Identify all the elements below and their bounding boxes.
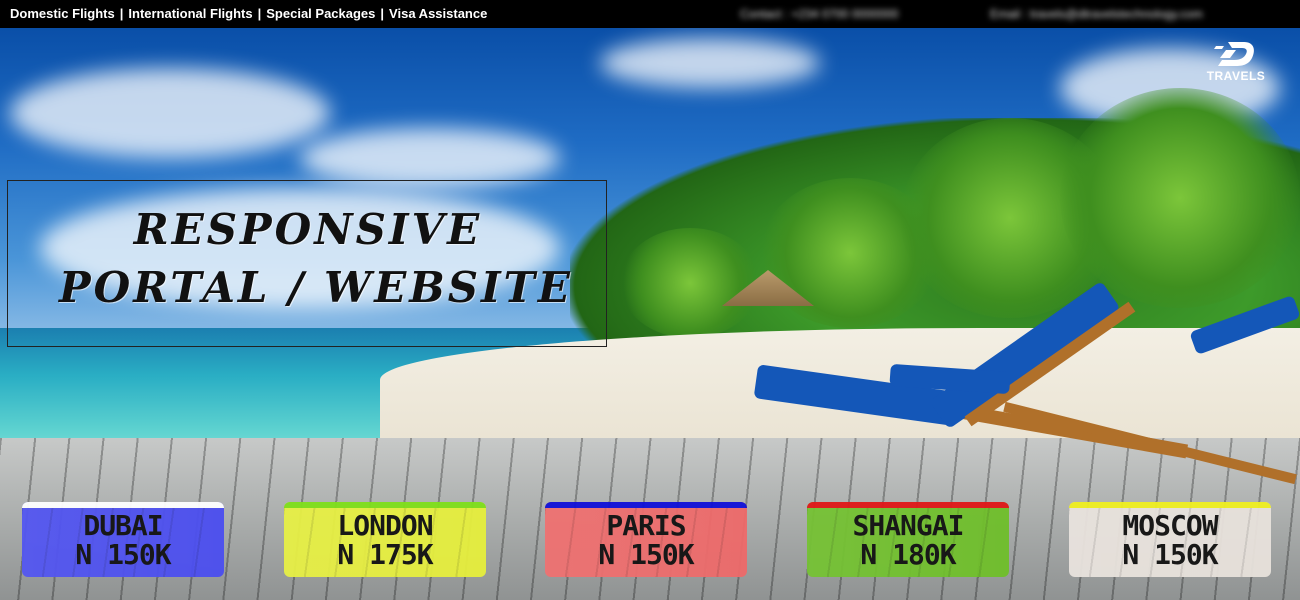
headline-box: RESPONSIVE PORTAL / WEBSITE xyxy=(7,180,607,347)
nav-separator: | xyxy=(119,6,124,21)
nav-international-flights[interactable]: International Flights xyxy=(128,6,252,21)
top-bar: Domestic Flights | International Flights | S… xyxy=(0,0,1300,28)
cloud xyxy=(300,128,560,188)
card-city: PARIS xyxy=(606,509,686,542)
destination-card-dubai[interactable]: DUBAI N 150K xyxy=(22,502,224,577)
destination-card-moscow[interactable]: MOSCOW N 150K xyxy=(1069,502,1271,577)
palm-tree xyxy=(1060,88,1300,308)
card-color-strip xyxy=(1069,502,1271,508)
nav-special-packages[interactable]: Special Packages xyxy=(266,6,375,21)
card-city: MOSCOW xyxy=(1122,509,1218,542)
contact-email[interactable]: Email : travels@dtravelstechnology.com xyxy=(990,0,1203,28)
destination-card-paris[interactable]: PARIS N 150K xyxy=(545,502,747,577)
headline-line-1: RESPONSIVE xyxy=(133,205,483,254)
d-logo-icon xyxy=(1214,42,1254,66)
card-color-strip xyxy=(284,502,486,508)
card-city: LONDON xyxy=(337,509,433,542)
nav-separator: | xyxy=(380,6,385,21)
card-price: N 175K xyxy=(337,538,433,571)
destination-cards: DUBAI N 150K LONDON N 175K PARIS N 150K … xyxy=(0,500,1300,580)
top-nav: Domestic Flights | International Flights | S… xyxy=(10,0,487,28)
card-color-strip xyxy=(22,502,224,508)
lounger-frame xyxy=(1003,401,1297,485)
card-price: N 150K xyxy=(598,538,694,571)
card-price: N 150K xyxy=(75,538,171,571)
nav-domestic-flights[interactable]: Domestic Flights xyxy=(10,6,115,21)
card-color-strip xyxy=(545,502,747,508)
headline-text: RESPONSIVE PORTAL / WEBSITE xyxy=(8,203,608,319)
card-price: N 180K xyxy=(860,538,956,571)
nav-visa-assistance[interactable]: Visa Assistance xyxy=(389,6,487,21)
logo-brand-text: TRAVELS xyxy=(1206,69,1266,83)
travels-logo[interactable]: TRAVELS xyxy=(1200,40,1272,88)
headline-line-2: PORTAL / WEBSITE xyxy=(59,263,573,312)
cloud xyxy=(600,38,820,88)
destination-card-london[interactable]: LONDON N 175K xyxy=(284,502,486,577)
cloud xyxy=(10,68,330,158)
contact-phone: Contact : +234 0700 0000000 xyxy=(740,7,899,21)
card-color-strip xyxy=(807,502,1009,508)
card-price: N 150K xyxy=(1122,538,1218,571)
destination-card-shangai[interactable]: SHANGAI N 180K xyxy=(807,502,1009,577)
palm-tree xyxy=(620,228,760,338)
nav-separator: | xyxy=(257,6,262,21)
card-city: DUBAI xyxy=(83,509,163,542)
card-city: SHANGAI xyxy=(852,509,964,542)
